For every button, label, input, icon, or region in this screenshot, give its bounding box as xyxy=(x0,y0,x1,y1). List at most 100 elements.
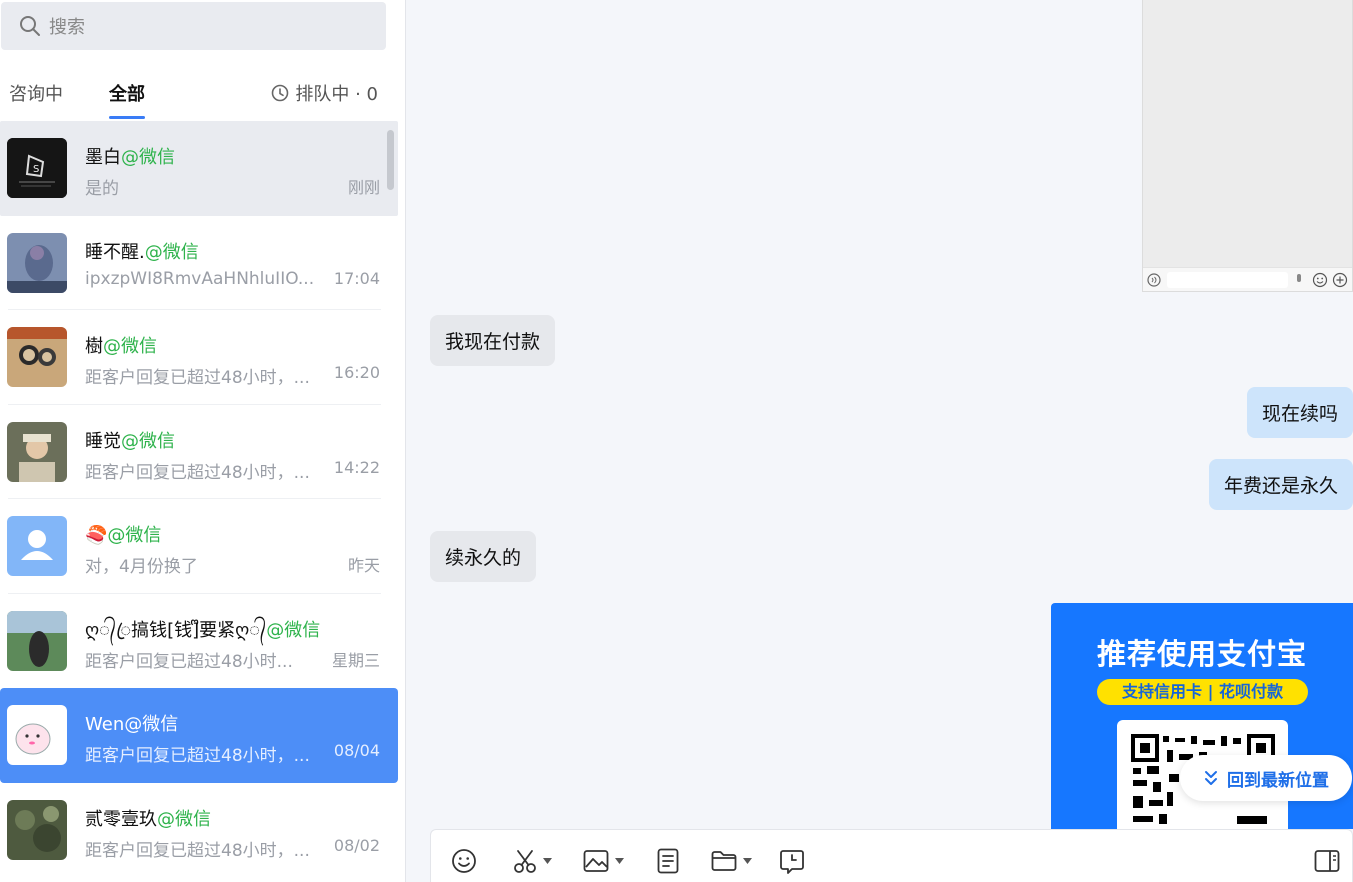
conversation-name: Wen@微信 xyxy=(85,710,178,736)
message-preview: 距客户回复已超过48小时，... xyxy=(85,746,310,766)
screenshot-text-field xyxy=(1167,271,1288,288)
queue-label: 排队中 · 0 xyxy=(295,84,378,105)
contact-name: 贰零壹玖 xyxy=(85,808,157,830)
avatar xyxy=(7,799,67,860)
clock-icon xyxy=(272,84,289,102)
conversation-item[interactable]: 🍣@微信 对，4月份换了 昨天 xyxy=(0,499,398,594)
history-icon xyxy=(780,850,804,874)
quick-reply-button[interactable] xyxy=(657,848,679,874)
ad-title: 推荐使用支付宝 xyxy=(1096,637,1307,671)
message-preview: 距客户回复已超过48小时... xyxy=(85,651,293,672)
queue-status[interactable]: 排队中 · 0 xyxy=(271,80,378,106)
conversation-name: 睡觉@微信 xyxy=(85,427,175,453)
mic-icon xyxy=(1297,273,1301,282)
list-scrollbar[interactable] xyxy=(387,130,394,190)
message-time: 昨天 xyxy=(347,556,380,575)
message-time: 17:04 xyxy=(333,268,380,288)
search-input[interactable]: 搜索 xyxy=(1,2,386,50)
conversation-name: 墨白@微信 xyxy=(85,143,175,169)
input-toolbar xyxy=(430,829,1353,882)
caret-down-icon[interactable] xyxy=(543,858,552,864)
message-bubble-agent: 现在续吗 xyxy=(1246,387,1353,438)
conversation-name: 睡不醒.@微信 xyxy=(85,238,199,264)
active-tab-indicator xyxy=(109,116,145,119)
conversation-item[interactable]: S 墨白@微信 是的 刚刚 xyxy=(0,121,398,216)
conversation-sidebar: 搜索 咨询中 全部 排队中 · 0 S 墨白@微信 是的 刚刚 睡不醒.@微信 … xyxy=(0,0,406,882)
conversation-list: S 墨白@微信 是的 刚刚 睡不醒.@微信 ipxzpWI8RmvAaHNhlu… xyxy=(0,121,398,877)
source-channel: @微信 xyxy=(103,336,157,357)
message-preview: 是的 xyxy=(85,179,119,199)
source-channel: @微信 xyxy=(144,241,199,263)
conversation-item-selected[interactable]: Wen@微信 距客户回复已超过48小时，... 08/04 xyxy=(0,688,398,783)
avatar xyxy=(7,232,67,293)
conversation-tabs: 咨询中 全部 排队中 · 0 xyxy=(0,72,400,119)
voice-icon xyxy=(1147,272,1161,287)
contact-name: 睡不醒. xyxy=(85,241,145,263)
message-preview: 对，4月份换了 xyxy=(85,557,198,577)
message-time: 星期三 xyxy=(331,650,380,670)
avatar: S xyxy=(7,138,67,198)
conversation-item[interactable]: 樹@微信 距客户回复已超过48小时，... 16:20 xyxy=(0,310,398,405)
avatar xyxy=(7,705,67,765)
source-channel: @微信 xyxy=(121,147,175,168)
conversation-item[interactable]: 贰零壹玖@微信 距客户回复已超过48小时，... 08/02 xyxy=(0,783,398,878)
back-to-latest-label: 回到最新位置 xyxy=(1227,770,1329,791)
avatar xyxy=(7,516,67,576)
double-chevron-down-icon xyxy=(1205,771,1217,785)
default-user-icon xyxy=(7,516,67,576)
svg-text:S: S xyxy=(33,164,39,175)
conversation-name: 🍣@微信 xyxy=(85,521,161,547)
image-button[interactable] xyxy=(583,848,624,874)
message-preview: 距客户回复已超过48小时，... xyxy=(85,840,310,861)
message-time: 16:20 xyxy=(333,363,380,382)
conversation-item[interactable]: 睡不醒.@微信 ipxzpWI8RmvAaHNhluIIO... 17:04 xyxy=(0,216,398,310)
tab-all[interactable]: 全部 xyxy=(109,80,145,106)
contact-name: 🍣 xyxy=(85,525,108,546)
image-message[interactable] xyxy=(1142,0,1353,292)
message-bubble-customer: 续永久的 xyxy=(430,531,537,582)
source-channel: @微信 xyxy=(107,525,162,546)
caret-down-icon[interactable] xyxy=(743,858,752,864)
document-icon xyxy=(657,848,679,874)
message-preview: 距客户回复已超过48小时，... xyxy=(85,462,310,483)
avatar xyxy=(7,421,67,482)
contact-name: 墨白 xyxy=(85,147,121,168)
avatar xyxy=(7,327,67,387)
message-time: 08/02 xyxy=(333,835,380,855)
tab-consulting[interactable]: 咨询中 xyxy=(9,80,63,106)
caret-down-icon[interactable] xyxy=(615,858,624,864)
contact-name: ღ᭄ꦿ搞钱[钱]ᩚ要紧ღ᭄ xyxy=(85,619,267,641)
contact-name: 睡觉 xyxy=(85,430,121,452)
app-window: 搜索 咨询中 全部 排队中 · 0 S 墨白@微信 是的 刚刚 睡不醒.@微信 … xyxy=(0,0,1353,882)
folder-icon xyxy=(711,851,737,871)
source-channel: @微信 xyxy=(124,714,179,735)
message-time: 刚刚 xyxy=(347,178,380,197)
screenshot-button[interactable] xyxy=(513,848,552,874)
contact-name: Wen xyxy=(85,714,125,735)
emoji-icon xyxy=(1312,272,1328,287)
emoji-button[interactable] xyxy=(451,848,477,874)
message-time: 14:22 xyxy=(333,457,380,477)
file-button[interactable] xyxy=(711,848,752,874)
source-channel: @微信 xyxy=(121,430,175,452)
message-preview: 距客户回复已超过48小时，... xyxy=(85,368,310,388)
conversation-item[interactable]: 睡觉@微信 距客户回复已超过48小时，... 14:22 xyxy=(0,405,398,499)
search-placeholder: 搜索 xyxy=(49,17,85,38)
message-time: 08/04 xyxy=(333,741,380,760)
sidebar-toggle-icon xyxy=(1314,850,1340,872)
message-preview: ipxzpWI8RmvAaHNhluIIO... xyxy=(85,268,315,289)
toggle-sidebar-button[interactable] xyxy=(1314,848,1340,874)
avatar xyxy=(7,610,67,671)
chat-panel: 我现在付款 现在续吗 年费还是永久 续永久的 推荐使用支付宝 支持信用卡 | 花… xyxy=(406,0,1353,882)
image-icon xyxy=(583,850,609,872)
screenshot-input-bar xyxy=(1143,267,1352,291)
plus-circle-icon xyxy=(1332,272,1348,287)
source-channel: @微信 xyxy=(266,619,321,641)
back-to-latest-button[interactable]: 回到最新位置 xyxy=(1180,755,1352,801)
scissors-icon xyxy=(514,850,536,873)
contact-name: 樹 xyxy=(85,336,103,357)
search-icon xyxy=(20,16,40,36)
conversation-item[interactable]: ღ᭄ꦿ搞钱[钱]ᩚ要紧ღ᭄@微信 距客户回复已超过48小时... 星期三 xyxy=(0,594,398,689)
source-channel: @微信 xyxy=(157,808,211,830)
history-button[interactable] xyxy=(779,848,805,874)
